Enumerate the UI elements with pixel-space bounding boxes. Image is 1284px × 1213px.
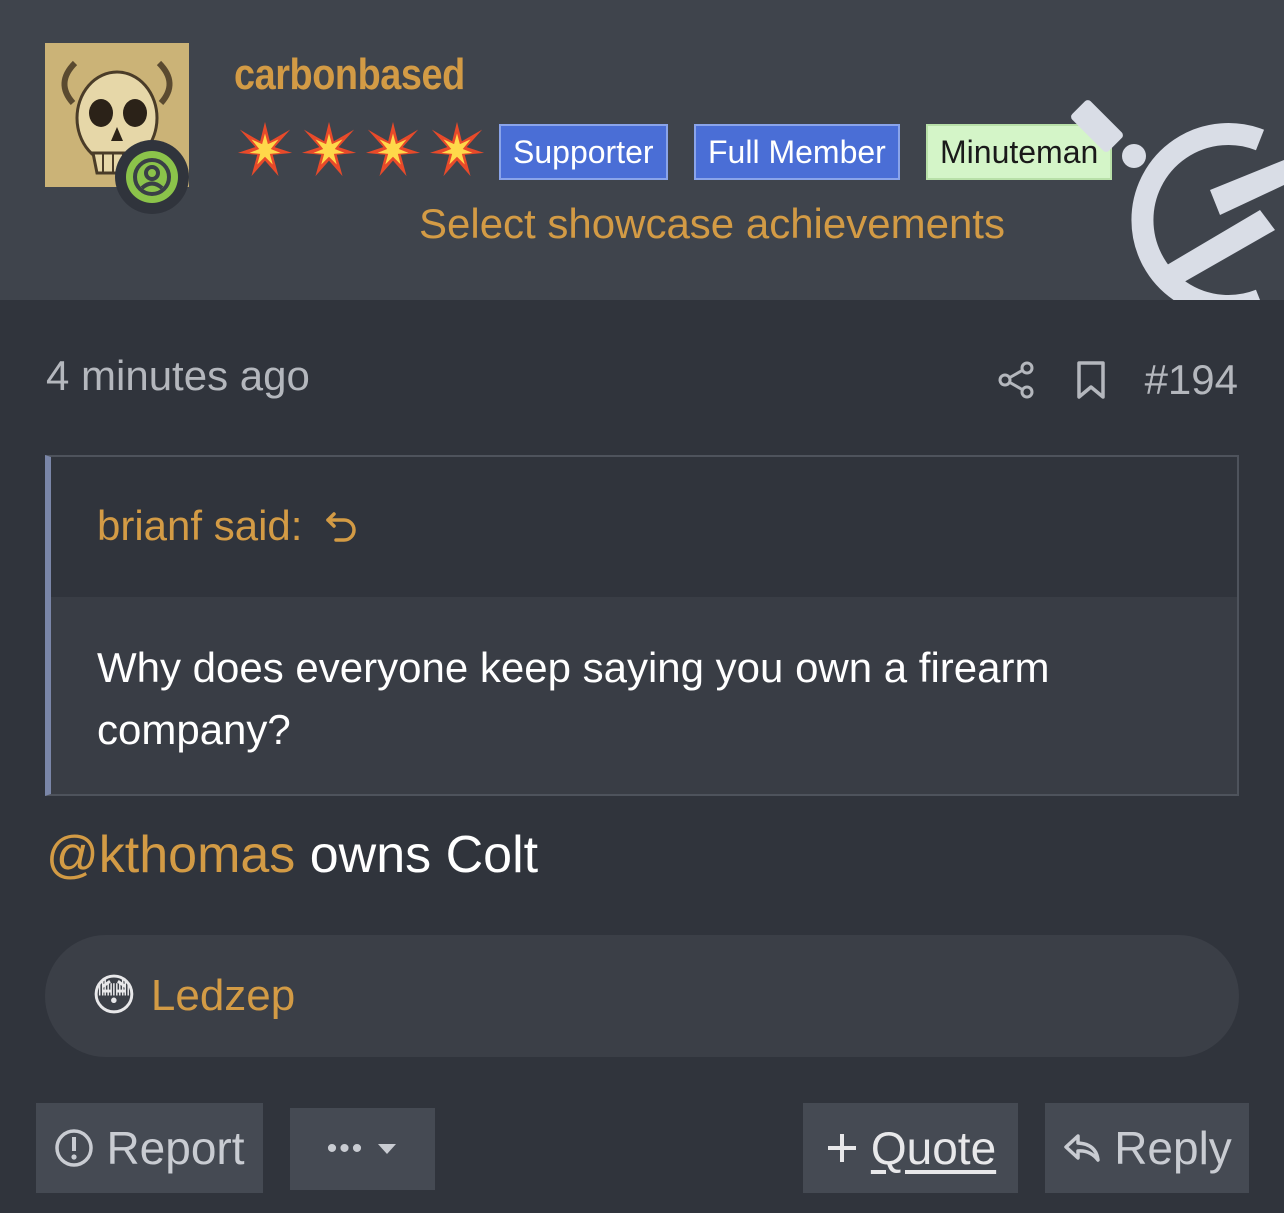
message-text: owns Colt [295,826,539,884]
user-mention[interactable]: @kthomas [46,826,295,884]
plus-icon [827,1134,856,1162]
reply-button[interactable]: Reply [1045,1103,1249,1193]
online-user-icon [126,151,178,203]
site-logo-icon [1071,100,1284,300]
reply-label: Reply [1114,1122,1232,1174]
quote-label: Quote [870,1122,997,1174]
username[interactable]: carbonbased [234,50,465,100]
reactions-bar[interactable]: 😳 Ledzep [45,935,1239,1057]
alert-circle-icon [55,1129,94,1167]
quote-author[interactable]: brianf said: [97,502,302,550]
post-author-header: carbonbased Supporter Full Member Minute… [0,0,1284,300]
report-button[interactable]: Report [36,1103,263,1193]
more-options-label: ••• [326,1132,365,1165]
badge-supporter: Supporter [499,124,668,180]
quote-body: Why does everyone keep saying you own a … [51,597,1237,794]
reply-arrow-icon [1064,1134,1100,1162]
post-number[interactable]: #194 [1145,356,1238,404]
flushed-face-icon: 😳 [91,971,137,1020]
achievement-stars [236,120,486,178]
more-options-button[interactable]: ••• [290,1108,435,1190]
post-meta-actions: #194 [997,356,1238,404]
burst-star-icon [301,121,357,177]
showcase-achievements-link[interactable]: Select showcase achievements [419,200,1005,248]
message-body: @kthomas owns Colt [46,825,538,885]
post-timestamp[interactable]: 4 minutes ago [46,352,310,400]
badge-full-member: Full Member [694,124,900,180]
burst-star-icon [429,121,485,177]
caret-down-icon [378,1144,397,1154]
share-icon[interactable] [997,360,1037,400]
jump-to-quote-icon[interactable] [324,508,360,544]
burst-star-icon [365,121,421,177]
burst-star-icon [237,121,293,177]
quote-header[interactable]: brianf said: [51,457,1237,595]
bookmark-icon[interactable] [1075,360,1107,400]
online-status [115,140,189,214]
quote-button[interactable]: Quote [803,1103,1018,1193]
report-label: Report [106,1122,245,1174]
reaction-users[interactable]: Ledzep [151,971,295,1021]
quoted-message: brianf said: Why does everyone keep sayi… [45,455,1239,796]
